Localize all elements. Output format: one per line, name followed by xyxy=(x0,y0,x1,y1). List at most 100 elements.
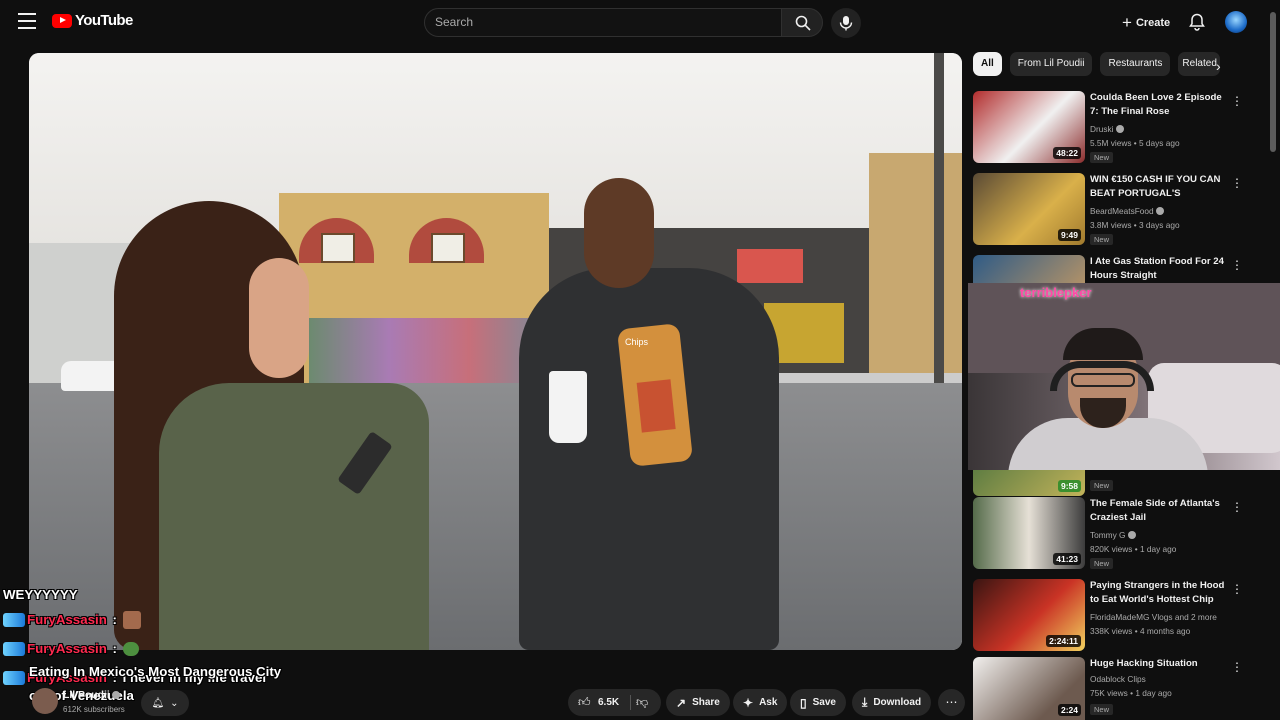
video-scene-pole xyxy=(934,53,944,383)
chip-from-channel[interactable]: From Lil Poudii xyxy=(1009,52,1093,76)
recommendation-title[interactable]: Huge Hacking Situation xyxy=(1090,657,1225,671)
channel-avatar[interactable] xyxy=(32,688,58,714)
create-button[interactable]: + Create xyxy=(1114,8,1178,37)
youtube-logo[interactable]: YouTube xyxy=(52,12,133,29)
recommendation-item[interactable]: 9:58 New xyxy=(973,470,1263,496)
video-scene-man-head xyxy=(584,178,654,288)
recommendation-channel[interactable]: Druski xyxy=(1090,124,1124,134)
save-button[interactable]: ▯ Save xyxy=(790,689,846,716)
recommendation-title[interactable]: WIN €150 CASH IF YOU CAN BEAT PORTUGAL'S… xyxy=(1090,173,1225,201)
bookmark-icon: ▯ xyxy=(800,695,807,710)
webcam-glasses xyxy=(1071,373,1135,387)
video-scene-window xyxy=(321,233,355,263)
more-vert-icon[interactable]: ⋮ xyxy=(1231,659,1243,675)
divider xyxy=(630,695,631,710)
duration-badge: 2:24:11 xyxy=(1046,635,1081,647)
recommendation-channel[interactable]: FloridaMadeMG Vlogs and 2 more xyxy=(1090,612,1217,622)
more-vert-icon[interactable]: ⋮ xyxy=(1231,175,1243,191)
recommendation-item[interactable]: 2:24 Huge Hacking Situation Odablock Cli… xyxy=(973,657,1263,720)
more-vert-icon[interactable]: ⋮ xyxy=(1231,257,1243,273)
like-count[interactable]: 6.5K xyxy=(598,697,619,708)
search-button[interactable] xyxy=(781,8,823,37)
search-input[interactable]: Search xyxy=(424,8,782,37)
recommendation-item[interactable]: 2:24:11 Paying Strangers in the Hood to … xyxy=(973,579,1263,653)
recommendation-meta: 5.5M views • 5 days ago xyxy=(1090,138,1180,148)
chat-colon: : xyxy=(108,612,121,627)
chevron-right-icon[interactable]: › xyxy=(1216,58,1232,74)
more-vert-icon[interactable]: ⋮ xyxy=(1231,93,1243,109)
video-scene-sign xyxy=(737,249,803,283)
duration-badge: 9:49 xyxy=(1057,229,1081,241)
chat-badge-icon xyxy=(3,612,25,627)
recommendation-item[interactable]: 41:23 The Female Side of Atlanta's Crazi… xyxy=(973,497,1263,571)
recommendation-item[interactable]: 48:22 Coulda Been Love 2 Episode 7: The … xyxy=(973,91,1263,165)
dislike-icon[interactable]: 👎︎ xyxy=(636,695,648,710)
logo-text: YouTube xyxy=(75,12,133,29)
recommendation-title[interactable]: Paying Strangers in the Hood to Eat Worl… xyxy=(1090,579,1225,607)
video-thumbnail[interactable]: 2:24:11 xyxy=(973,579,1085,651)
video-thumbnail[interactable]: 41:23 xyxy=(973,497,1085,569)
chip-related[interactable]: Related xyxy=(1178,52,1221,76)
video-scene-window xyxy=(431,233,465,263)
share-button[interactable]: ↗ Share xyxy=(666,689,730,716)
chat-text: WEYYYYYY xyxy=(3,586,78,602)
chip-restaurants[interactable]: Restaurants xyxy=(1100,52,1171,76)
video-thumbnail[interactable] xyxy=(973,255,1085,283)
more-vert-icon[interactable]: ⋮ xyxy=(1231,581,1243,597)
save-label: Save xyxy=(812,697,836,708)
video-thumbnail[interactable]: 9:49 xyxy=(973,173,1085,245)
like-icon[interactable]: 👍︎ xyxy=(578,695,591,710)
chat-colon: : xyxy=(108,641,121,656)
ask-button[interactable]: ✦ Ask xyxy=(733,689,788,716)
chat-badge-icon xyxy=(3,670,25,685)
video-scene-cup xyxy=(549,371,587,443)
recommendation-title[interactable]: Coulda Been Love 2 Episode 7: The Final … xyxy=(1090,91,1225,119)
channel-name[interactable]: Lil Poudii xyxy=(63,690,120,701)
sparkle-icon: ✦ xyxy=(743,695,754,710)
recommendation-channel[interactable]: Odablock Clips xyxy=(1090,674,1146,684)
recommendation-channel[interactable]: BeardMeatsFood xyxy=(1090,206,1164,216)
video-thumbnail[interactable]: 48:22 xyxy=(973,91,1085,163)
chat-message: WEYYYYYY xyxy=(3,583,266,605)
video-player[interactable]: Chips xyxy=(29,53,962,650)
video-thumbnail[interactable]: 9:58 xyxy=(973,470,1085,496)
download-icon: ⤓ xyxy=(862,695,868,709)
recommendation-title[interactable]: I Ate Gas Station Food For 24 Hours Stra… xyxy=(1090,255,1225,283)
new-badge: New xyxy=(1090,152,1114,163)
sidebar-scrollbar[interactable] xyxy=(1270,12,1276,152)
duration-badge: 41:23 xyxy=(1053,553,1081,565)
account-avatar[interactable] xyxy=(1225,11,1247,33)
chat-message: FuryAssasin : xyxy=(3,605,266,634)
plus-icon: + xyxy=(1122,12,1132,32)
recommendation-channel[interactable]: Tommy G xyxy=(1090,530,1136,540)
chip-all[interactable]: All xyxy=(973,52,1002,76)
share-icon: ↗ xyxy=(676,695,687,710)
more-vert-icon[interactable]: ⋮ xyxy=(1231,499,1243,515)
video-scene-woman-face xyxy=(249,258,309,378)
bell-icon: 🔔︎ xyxy=(151,697,165,709)
more-actions-icon[interactable]: ⋯ xyxy=(938,689,965,716)
recommendation-meta: 75K views • 1 day ago xyxy=(1090,688,1172,698)
webcam-logo-text: terriblepker xyxy=(1020,285,1092,300)
youtube-play-icon xyxy=(52,13,72,28)
channel-name: Druski xyxy=(1090,124,1114,134)
recommendation-item[interactable]: 9:49 WIN €150 CASH IF YOU CAN BEAT PORTU… xyxy=(973,173,1263,247)
recommendation-item[interactable]: I Ate Gas Station Food For 24 Hours Stra… xyxy=(973,255,1263,283)
subscriber-count: 612K subscribers xyxy=(63,705,125,714)
channel-name-text: Lil Poudii xyxy=(63,690,110,701)
chat-badge-icon xyxy=(3,641,25,656)
notifications-bell-icon[interactable] xyxy=(1188,13,1206,31)
voice-search-button[interactable] xyxy=(831,8,861,38)
duration-badge: 48:22 xyxy=(1053,147,1081,159)
new-badge: New xyxy=(1090,704,1114,715)
channel-name: Tommy G xyxy=(1090,530,1126,540)
video-thumbnail[interactable]: 2:24 xyxy=(973,657,1085,720)
share-label: Share xyxy=(692,697,720,708)
subscription-bell-button[interactable]: 🔔︎ ⌄ xyxy=(141,690,189,716)
chevron-down-icon: ⌄ xyxy=(170,697,179,709)
duration-badge: 2:24 xyxy=(1057,704,1081,716)
download-button[interactable]: ⤓ Download xyxy=(852,689,932,716)
menu-icon[interactable] xyxy=(18,13,36,29)
recommendation-title[interactable]: The Female Side of Atlanta's Craziest Ja… xyxy=(1090,497,1225,525)
recommendation-meta: 3.8M views • 3 days ago xyxy=(1090,220,1180,230)
